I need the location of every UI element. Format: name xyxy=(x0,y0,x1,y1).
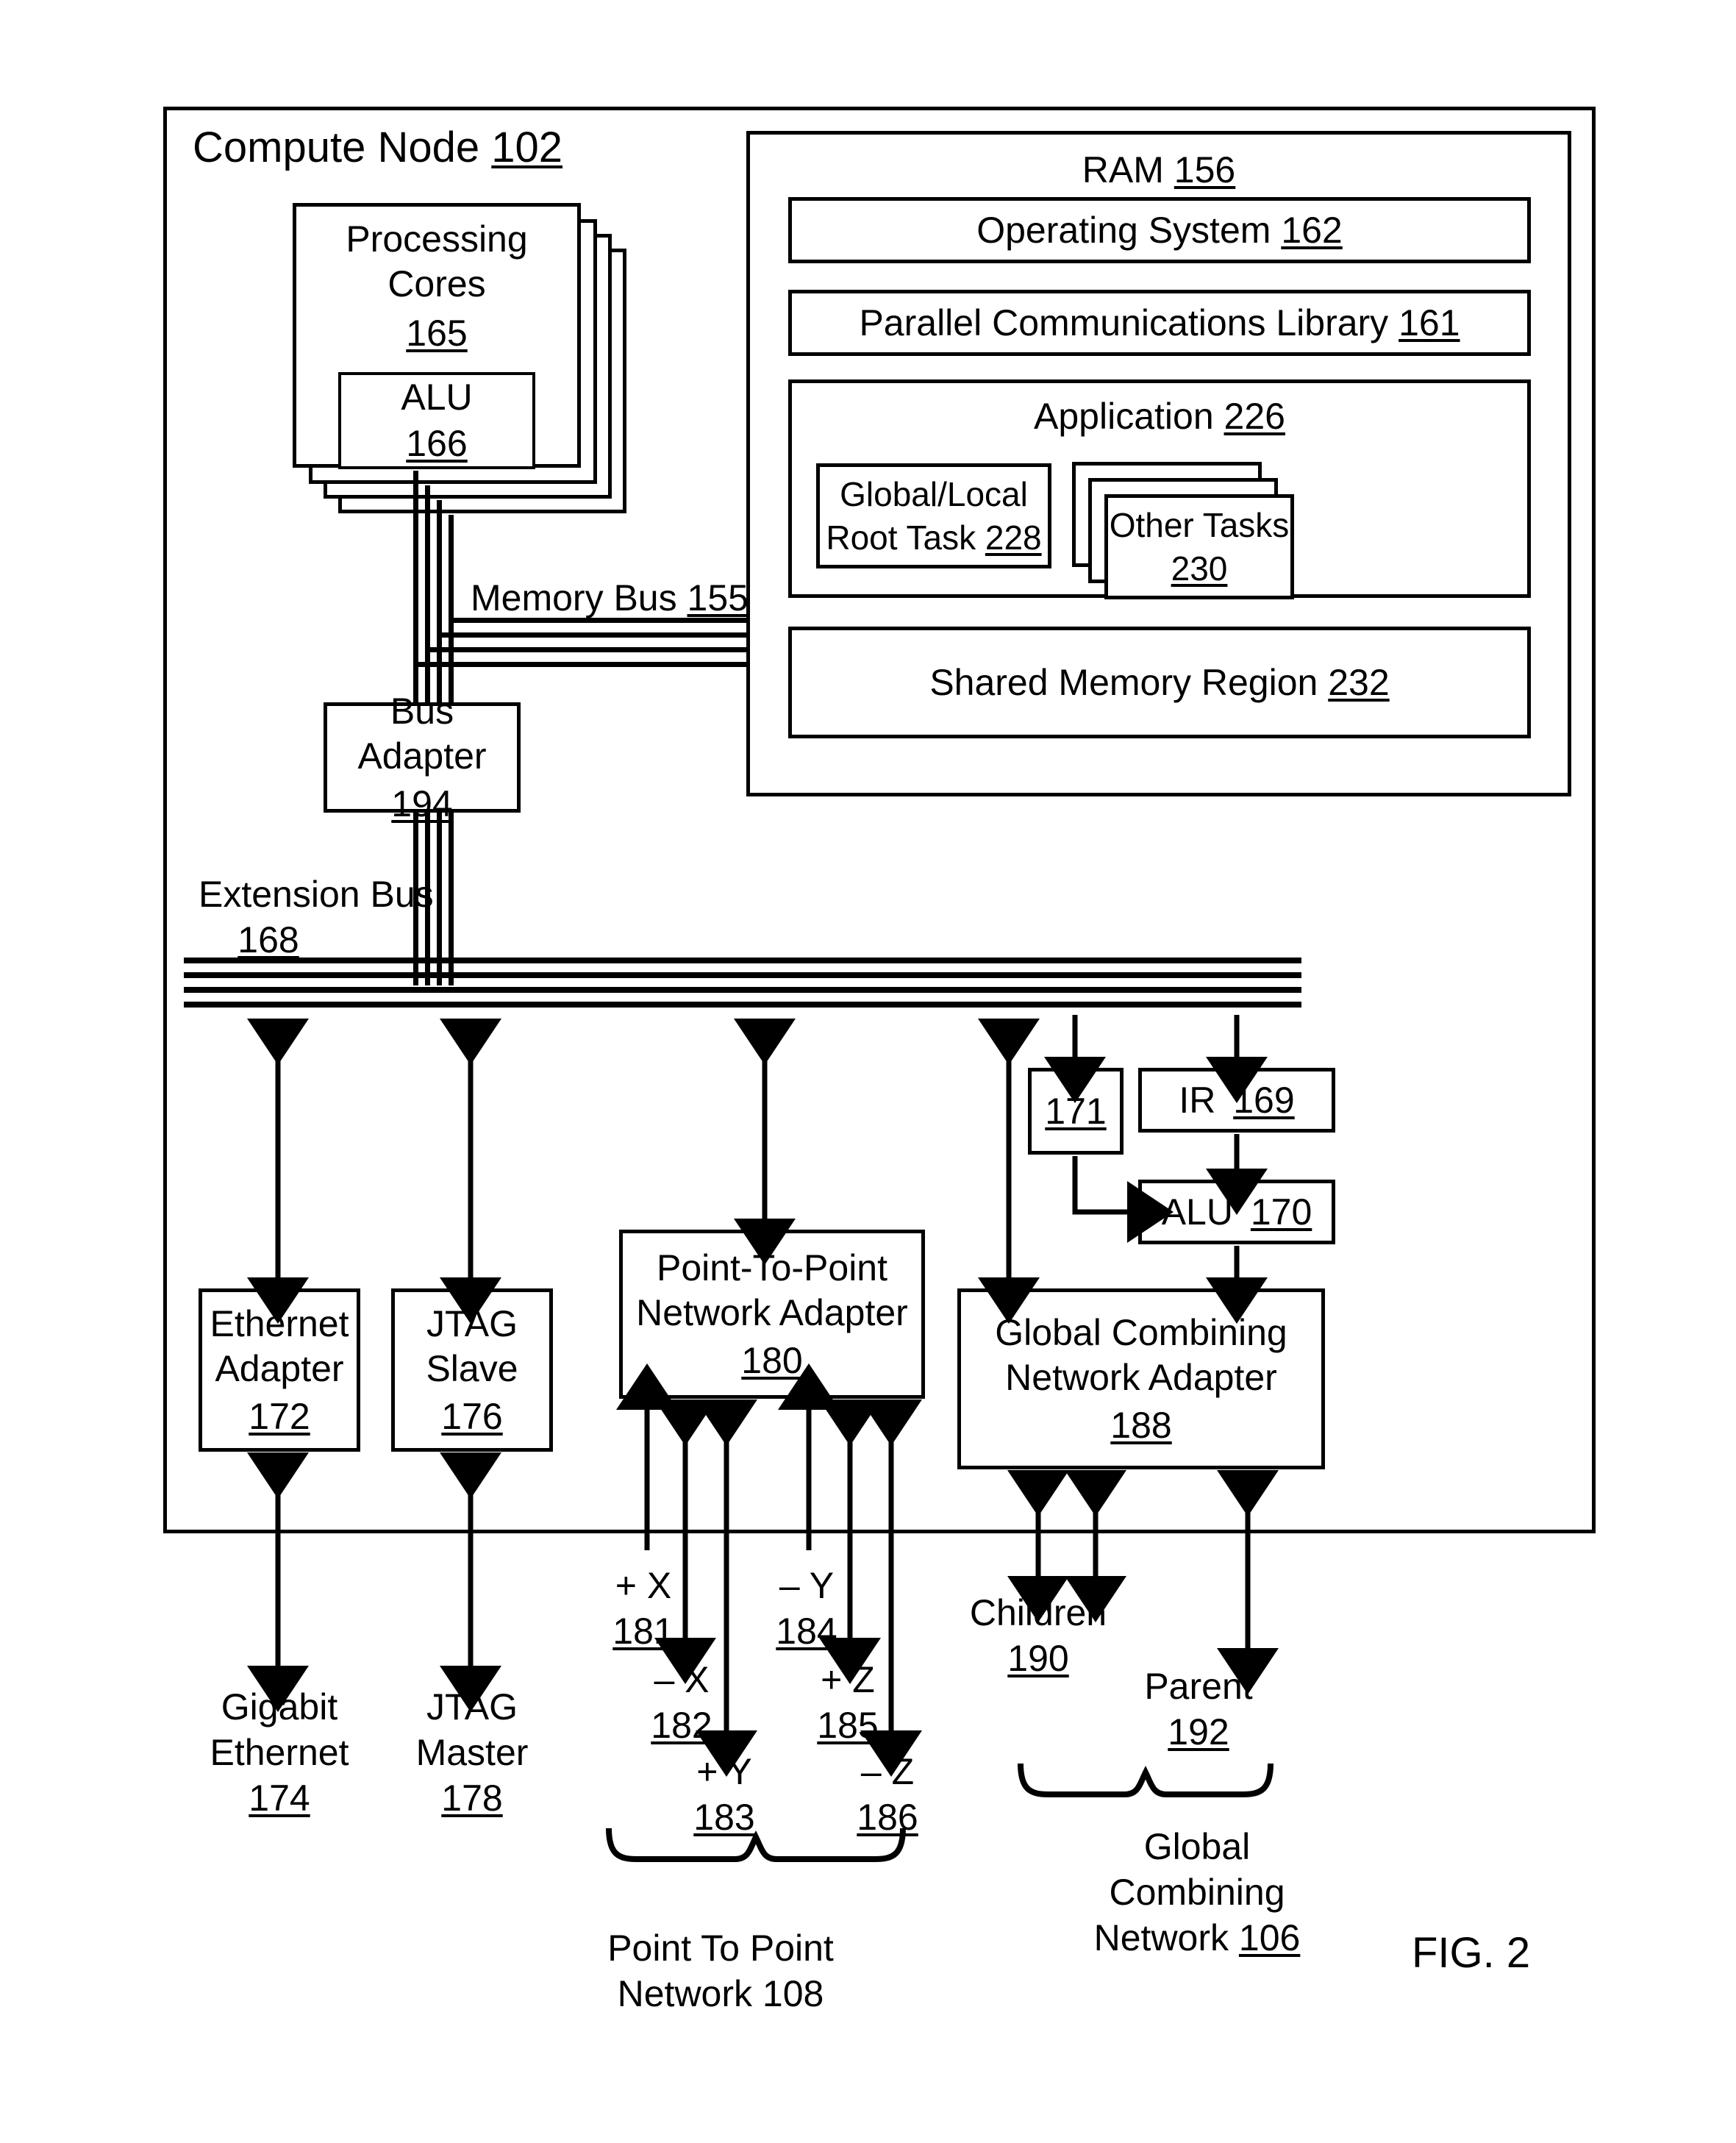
figure-canvas: Compute Node 102 Processing Cores 165 AL… xyxy=(0,0,1736,2143)
brace-point-to-point-network xyxy=(606,1828,906,1862)
connector-layer xyxy=(247,1015,1279,1862)
brace-global-combining-network xyxy=(1018,1763,1274,1797)
arrow-171-alu xyxy=(1072,1156,1174,1243)
